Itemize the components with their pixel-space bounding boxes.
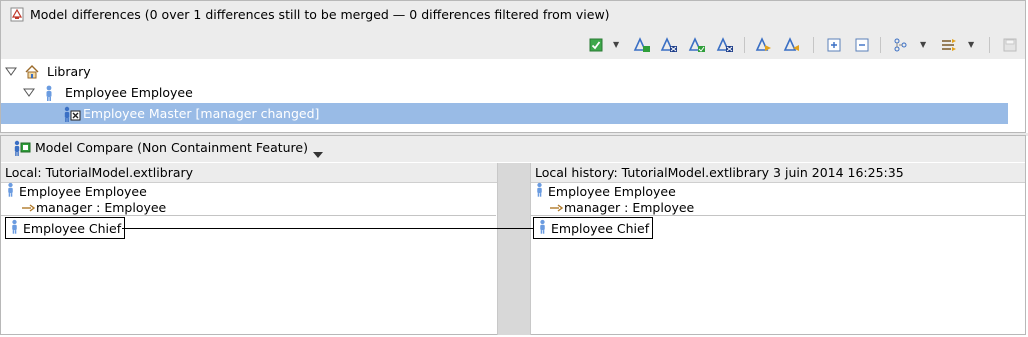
tree-item-employee[interactable]: Employee Employee (1, 82, 1025, 103)
match-connector-line (122, 228, 533, 229)
feature-label: manager : Employee (36, 199, 167, 215)
chevron-down-icon[interactable] (313, 147, 323, 161)
reference-arrow-icon (22, 200, 36, 215)
tree-item-label: Employee Employee (65, 85, 193, 100)
value-label: Employee Chief (23, 220, 122, 236)
right-feature[interactable]: manager : Employee (550, 199, 694, 215)
model-compare-header: Model Compare (Non Containment Feature) (1, 136, 1025, 162)
toolbar-separator (880, 37, 881, 53)
employee-icon (6, 182, 15, 200)
left-object[interactable]: Employee Employee (6, 182, 147, 200)
value-label: Employee Chief (551, 220, 650, 236)
expand-all-icon[interactable] (824, 35, 844, 55)
accept-all-icon[interactable] (586, 35, 606, 55)
save-icon[interactable] (1000, 35, 1020, 55)
feature-label: manager : Employee (564, 199, 695, 215)
toolbar-separator (989, 37, 990, 53)
expand-arrow-icon[interactable] (5, 66, 17, 78)
right-pane-header: Local history: TutorialModel.extlibrary … (531, 163, 1025, 183)
compare-toolbar: ▼ ▼ ▼ (584, 35, 1024, 55)
tree-item-label: Employee Master [manager changed] (83, 106, 320, 121)
object-label: Employee Employee (19, 183, 147, 199)
tree-item-library[interactable]: Library (1, 61, 1025, 82)
panel-title: Model Compare (Non Containment Feature) (35, 140, 308, 155)
left-value[interactable]: Employee Chief (5, 217, 126, 239)
toolbar-separator (744, 37, 745, 53)
reject-change-icon[interactable] (659, 35, 679, 55)
left-pane-header: Local: TutorialModel.extlibrary (1, 163, 497, 183)
row-divider (531, 215, 1025, 216)
panel-title: Model differences (0 over 1 differences … (30, 7, 610, 22)
accept-all-nonconflicting-icon[interactable] (687, 35, 707, 55)
group-icon[interactable] (891, 35, 911, 55)
right-object[interactable]: Employee Employee (535, 182, 676, 200)
model-differences-header: Model differences (0 over 1 differences … (1, 1, 1025, 59)
employee-icon (10, 219, 19, 237)
next-difference-icon[interactable] (754, 35, 774, 55)
employee-icon (44, 85, 54, 104)
employee-icon (535, 182, 544, 200)
model-compare-panel: Model Compare (Non Containment Feature) … (0, 135, 1026, 335)
diff-icon (10, 7, 24, 22)
reject-all-nonconflicting-icon[interactable] (715, 35, 735, 55)
right-value[interactable]: Employee Chief (533, 217, 654, 239)
row-divider (1, 215, 496, 216)
object-label: Employee Employee (548, 183, 676, 199)
expand-arrow-icon[interactable] (23, 87, 35, 99)
chevron-down-icon[interactable]: ▼ (968, 40, 974, 49)
left-feature[interactable]: manager : Employee (22, 199, 166, 215)
toolbar-separator (813, 37, 814, 53)
tree-item-label: Library (47, 64, 91, 79)
differences-tree: Library Employee Employee Employee Maste… (1, 60, 1025, 132)
filter-icon[interactable] (939, 35, 959, 55)
chevron-down-icon[interactable]: ▼ (920, 40, 926, 49)
tree-item-employee-master[interactable]: Employee Master [manager changed] (1, 103, 1008, 124)
model-compare-icon (13, 140, 31, 159)
center-gutter (497, 163, 531, 335)
previous-difference-icon[interactable] (782, 35, 802, 55)
model-differences-panel: Model differences (0 over 1 differences … (0, 0, 1026, 133)
chevron-down-icon[interactable]: ▼ (613, 40, 619, 49)
accept-change-icon[interactable] (632, 35, 652, 55)
collapse-all-icon[interactable] (852, 35, 872, 55)
reference-arrow-icon (550, 200, 564, 215)
employee-changed-icon (63, 106, 81, 125)
employee-icon (538, 219, 547, 237)
library-icon (24, 64, 40, 83)
